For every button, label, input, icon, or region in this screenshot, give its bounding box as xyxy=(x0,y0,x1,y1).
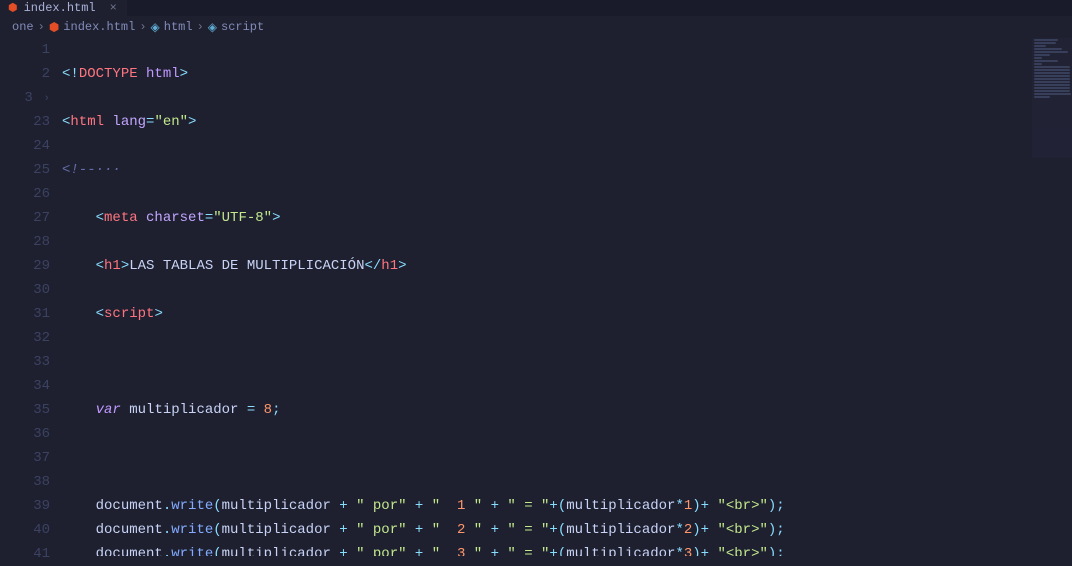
breadcrumb-html[interactable]: html xyxy=(164,20,193,34)
chevron-right-icon[interactable]: › xyxy=(33,93,50,105)
line-number: 2 xyxy=(0,62,50,86)
code-line[interactable]: document.write(multiplicador + " por" + … xyxy=(62,542,1072,556)
tab-bar: ⬢ index.html × xyxy=(0,0,1072,16)
code-line[interactable]: var multiplicador = 8; xyxy=(62,398,1072,422)
line-number: 36 xyxy=(0,422,50,446)
chevron-right-icon: › xyxy=(38,20,45,34)
minimap[interactable] xyxy=(1032,38,1072,158)
editor[interactable]: 1 2 3 › 23 24 25 26 27 28 29 30 31 32 33… xyxy=(0,38,1072,556)
cube-icon: ◈ xyxy=(151,20,160,35)
breadcrumb[interactable]: one › ⬢ index.html › ◈ html › ◈ script xyxy=(0,16,1072,38)
line-number: 37 xyxy=(0,446,50,470)
line-number: 3 › xyxy=(0,86,50,110)
line-number: 30 xyxy=(0,278,50,302)
line-number: 23 xyxy=(0,110,50,134)
line-number: 27 xyxy=(0,206,50,230)
breadcrumb-script[interactable]: script xyxy=(221,20,264,34)
line-number: 1 xyxy=(0,38,50,62)
line-number: 38 xyxy=(0,470,50,494)
line-number: 29 xyxy=(0,254,50,278)
html5-icon: ⬢ xyxy=(49,20,59,35)
chevron-right-icon: › xyxy=(139,20,146,34)
breadcrumb-root[interactable]: one xyxy=(12,20,34,34)
line-number: 40 xyxy=(0,518,50,542)
breadcrumb-file[interactable]: index.html xyxy=(63,20,135,34)
code-area[interactable]: <!DOCTYPE html> <html lang="en"> <!--···… xyxy=(62,38,1072,556)
chevron-right-icon: › xyxy=(197,20,204,34)
code-line[interactable]: document.write(multiplicador + " por" + … xyxy=(62,518,1072,542)
gutter: 1 2 3 › 23 24 25 26 27 28 29 30 31 32 33… xyxy=(0,38,62,556)
line-number: 31 xyxy=(0,302,50,326)
close-icon[interactable]: × xyxy=(110,1,117,15)
code-line[interactable]: <h1>LAS TABLAS DE MULTIPLICACIÓN</h1> xyxy=(62,254,1072,278)
tab-filename: index.html xyxy=(24,1,96,15)
line-number: 25 xyxy=(0,158,50,182)
tab-index-html[interactable]: ⬢ index.html × xyxy=(0,0,127,16)
line-number: 26 xyxy=(0,182,50,206)
line-number: 41 xyxy=(0,542,50,566)
html5-icon: ⬢ xyxy=(8,1,18,15)
line-number: 34 xyxy=(0,374,50,398)
line-number: 28 xyxy=(0,230,50,254)
code-line[interactable]: <html lang="en"> xyxy=(62,110,1072,134)
code-line[interactable] xyxy=(62,350,1072,374)
code-line[interactable]: <meta charset="UTF-8"> xyxy=(62,206,1072,230)
line-number: 35 xyxy=(0,398,50,422)
code-line[interactable]: <!--··· xyxy=(62,158,1072,182)
cube-icon: ◈ xyxy=(208,20,217,35)
line-number: 39 xyxy=(0,494,50,518)
code-line[interactable] xyxy=(62,446,1072,470)
line-number: 33 xyxy=(0,350,50,374)
line-number: 32 xyxy=(0,326,50,350)
code-line[interactable]: document.write(multiplicador + " por" + … xyxy=(62,494,1072,518)
code-line[interactable]: <script> xyxy=(62,302,1072,326)
code-line[interactable]: <!DOCTYPE html> xyxy=(62,62,1072,86)
line-number: 24 xyxy=(0,134,50,158)
